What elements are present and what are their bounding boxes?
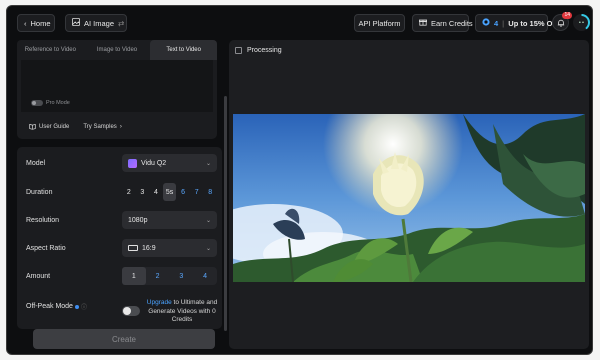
tab-reference-to-video[interactable]: Reference to Video [17,40,84,60]
create-button[interactable]: Create [33,329,215,349]
credits-icon [482,18,490,28]
aspect-ratio-select[interactable]: 16:9 ⌄ [122,239,217,257]
off-peak-toggle[interactable] [122,306,140,316]
toggle-switch[interactable] [31,100,43,106]
amount-option[interactable]: 2 [146,267,170,285]
duration-option[interactable]: 7 [190,183,204,201]
off-peak-description: Upgrade to Ultimate and Generate Videos … [146,299,218,323]
amount-option[interactable]: 4 [193,267,217,285]
chevron-left-icon: ‹ [24,18,27,28]
duration-selector: 2 3 4 5s 6 7 8 [122,183,217,201]
aspect-ratio-row: Aspect Ratio 16:9 ⌄ [17,236,222,264]
resolution-select[interactable]: 1080p ⌄ [122,211,217,229]
notifications-button[interactable]: 14 [552,12,572,31]
upgrade-link[interactable]: Upgrade [147,299,172,306]
app-window: ‹ Home AI Image ⇄ API Platform Earn Cred… [6,5,593,355]
promo-button[interactable]: 4 | Up to 15% Off [475,14,557,32]
duration-option[interactable]: 3 [136,183,150,201]
ratio-icon [128,245,138,251]
amount-selector: 1 2 3 4 [122,267,217,285]
flower-scene-image [233,114,585,282]
settings-panel: Model Vidu Q2 ⌄ Duration 2 3 4 5s 6 7 8 … [17,147,222,329]
image-icon [72,18,80,28]
resolution-row: Resolution 1080p ⌄ [17,208,222,236]
book-icon [29,123,36,130]
tab-image-to-video[interactable]: Image to Video [84,40,151,60]
mode-tabs: Reference to Video Image to Video Text t… [17,40,218,60]
duration-row: Duration 2 3 4 5s 6 7 8 [17,180,222,208]
diamond-icon [74,304,79,309]
prompt-card: Pro Mode User Guide Try Samples › [17,60,217,139]
user-guide-link[interactable]: User Guide [29,123,69,130]
model-select[interactable]: Vidu Q2 ⌄ [122,154,217,172]
amount-option[interactable]: 1 [122,267,146,285]
processing-row: Processing [235,47,282,54]
gift-icon [419,18,427,28]
duration-option[interactable]: 8 [203,183,217,201]
api-platform-button[interactable]: API Platform [354,14,405,32]
pro-mode-toggle[interactable]: Pro Mode [31,100,70,106]
model-row: Model Vidu Q2 ⌄ [17,151,222,179]
guide-row: User Guide Try Samples › [29,123,122,130]
chevron-down-icon: ⌄ [205,217,211,224]
divider: | [502,18,505,28]
chevron-down-icon: ⌄ [205,160,211,167]
duration-option[interactable]: 2 [122,183,136,201]
home-button[interactable]: ‹ Home [17,14,55,32]
select-checkbox[interactable] [235,47,242,54]
generated-video-preview[interactable] [233,114,585,282]
try-samples-link[interactable]: Try Samples › [83,124,121,130]
chevron-down-icon: ⌄ [205,245,211,252]
earn-credits-button[interactable]: Earn Credits [412,14,473,32]
vidu-logo-icon [128,158,137,168]
chevron-right-icon: › [119,123,122,130]
notification-badge: 14 [562,12,572,19]
scrollbar[interactable] [224,96,227,331]
tab-text-to-video[interactable]: Text to Video [150,40,218,60]
ai-image-button[interactable]: AI Image ⇄ [65,14,127,32]
top-bar: ‹ Home AI Image ⇄ API Platform Earn Cred… [7,6,592,40]
off-peak-label: Off-Peak Mode ⓘ [26,302,87,311]
duration-option[interactable]: 6 [176,183,190,201]
avatar[interactable]: • • [573,14,590,31]
amount-option[interactable]: 3 [170,267,194,285]
preview-panel: Processing [229,40,589,349]
duration-option[interactable]: 5s [162,183,177,201]
duration-option[interactable]: 4 [149,183,163,201]
amount-row: Amount 1 2 3 4 [17,264,222,292]
swap-icon: ⇄ [118,18,125,28]
info-icon[interactable]: ⓘ [81,302,87,311]
